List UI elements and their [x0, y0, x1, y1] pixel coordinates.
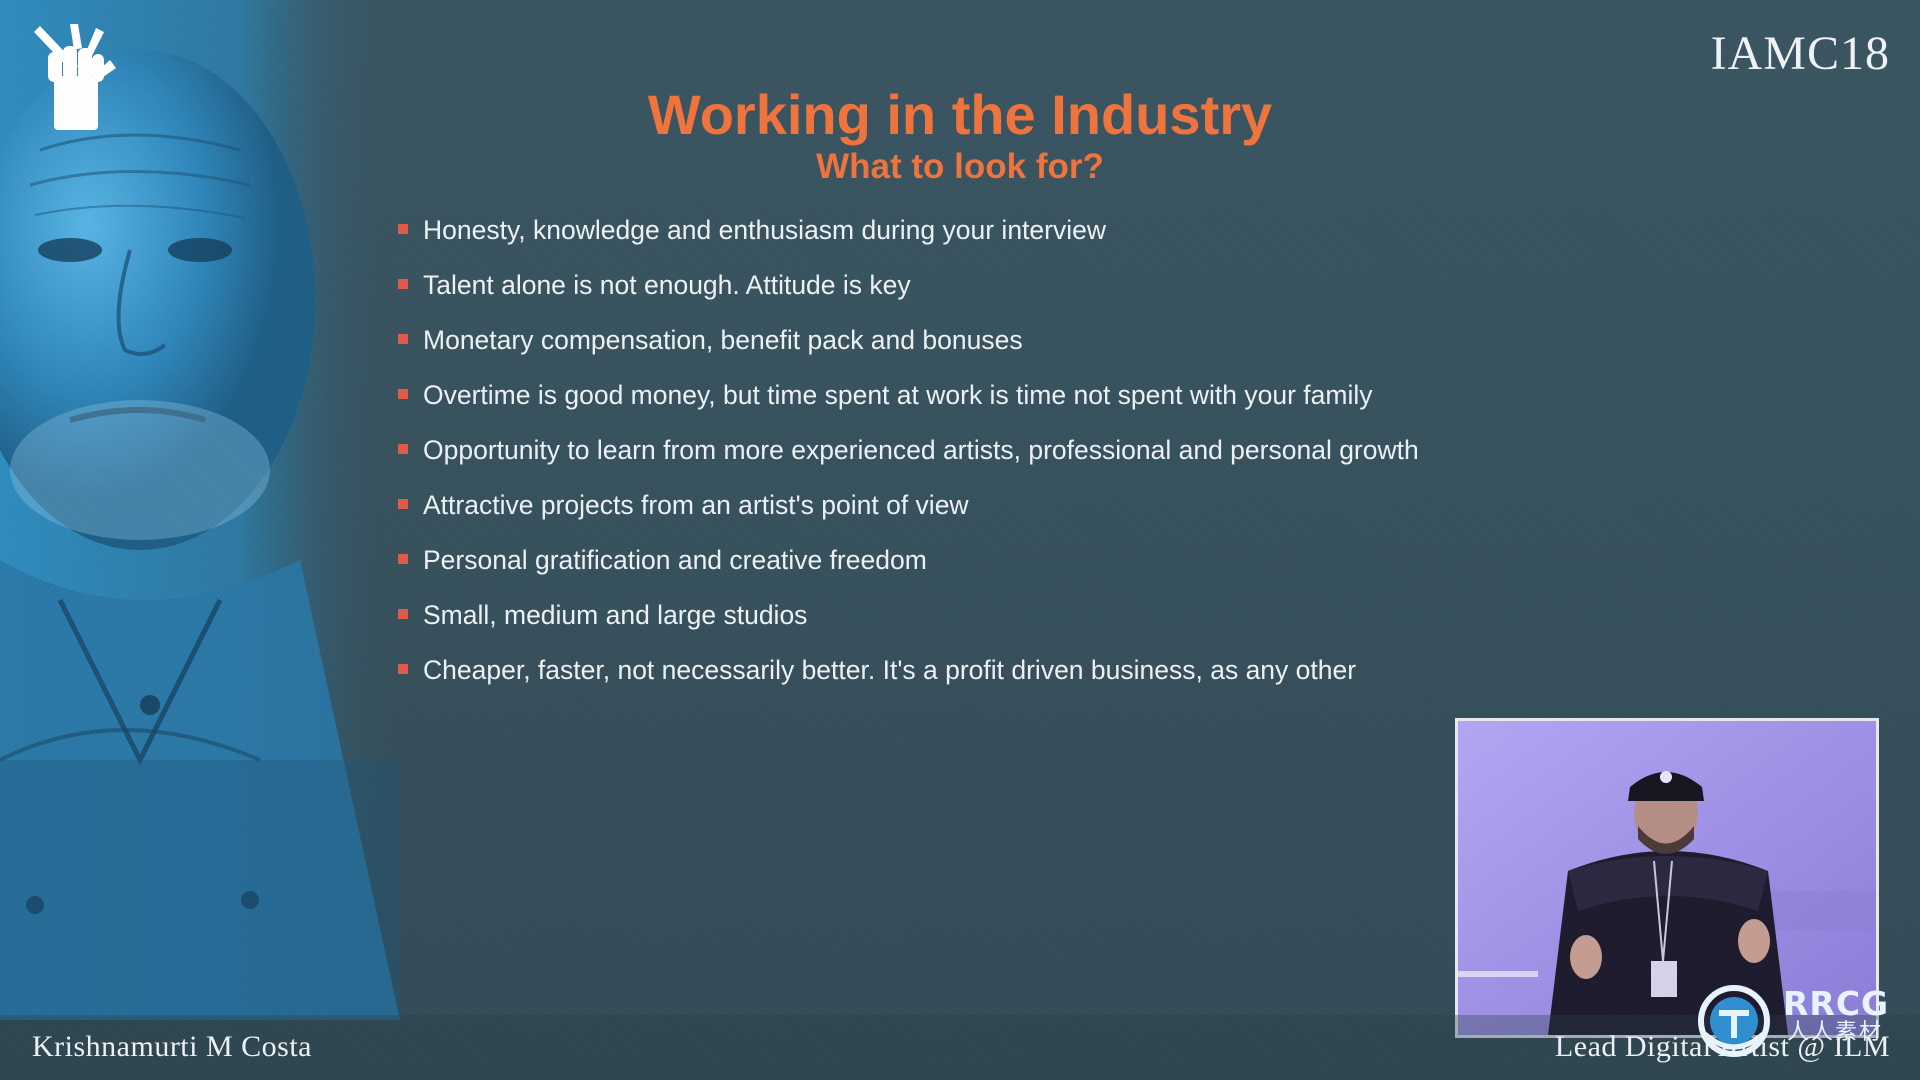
list-item: Talent alone is not enough. Attitude is … [395, 264, 1535, 319]
list-item: Small, medium and large studios [395, 594, 1535, 649]
square-bullet-icon [398, 224, 408, 234]
conference-brand: IAMC18 [1710, 27, 1890, 80]
square-bullet-icon [398, 279, 408, 289]
watermark-badge: RRCG 人人素材 [1695, 980, 1910, 1060]
list-item: Personal gratification and creative free… [395, 539, 1535, 594]
square-bullet-icon [398, 444, 408, 454]
slide-title: Working in the Industry [647, 83, 1273, 146]
square-bullet-icon [398, 554, 408, 564]
list-item: Cheaper, faster, not necessarily better.… [395, 649, 1535, 704]
bullet-list: Honesty, knowledge and enthusiasm during… [395, 209, 1535, 704]
list-item: Monetary compensation, benefit pack and … [395, 319, 1535, 374]
square-bullet-icon [398, 389, 408, 399]
list-item: Attractive projects from an artist's poi… [395, 484, 1535, 539]
square-bullet-icon [398, 664, 408, 674]
watermark-subtext: 人人素材 [1787, 1020, 1884, 1045]
slide-subtitle: What to look for? [816, 147, 1104, 186]
watermark-text: RRCG [1783, 984, 1890, 1023]
square-bullet-icon [398, 334, 408, 344]
presentation-slide: IAMC18 Working in the Industry What to l… [0, 0, 1920, 1080]
square-bullet-icon [398, 609, 408, 619]
square-bullet-icon [398, 499, 408, 509]
list-item: Overtime is good money, but time spent a… [395, 374, 1535, 429]
watermark-globe-icon [1698, 985, 1770, 1057]
list-item: Honesty, knowledge and enthusiasm during… [395, 209, 1535, 264]
speaker-name: Krishnamurti M Costa [32, 1030, 312, 1063]
list-item: Opportunity to learn from more experienc… [395, 429, 1535, 484]
